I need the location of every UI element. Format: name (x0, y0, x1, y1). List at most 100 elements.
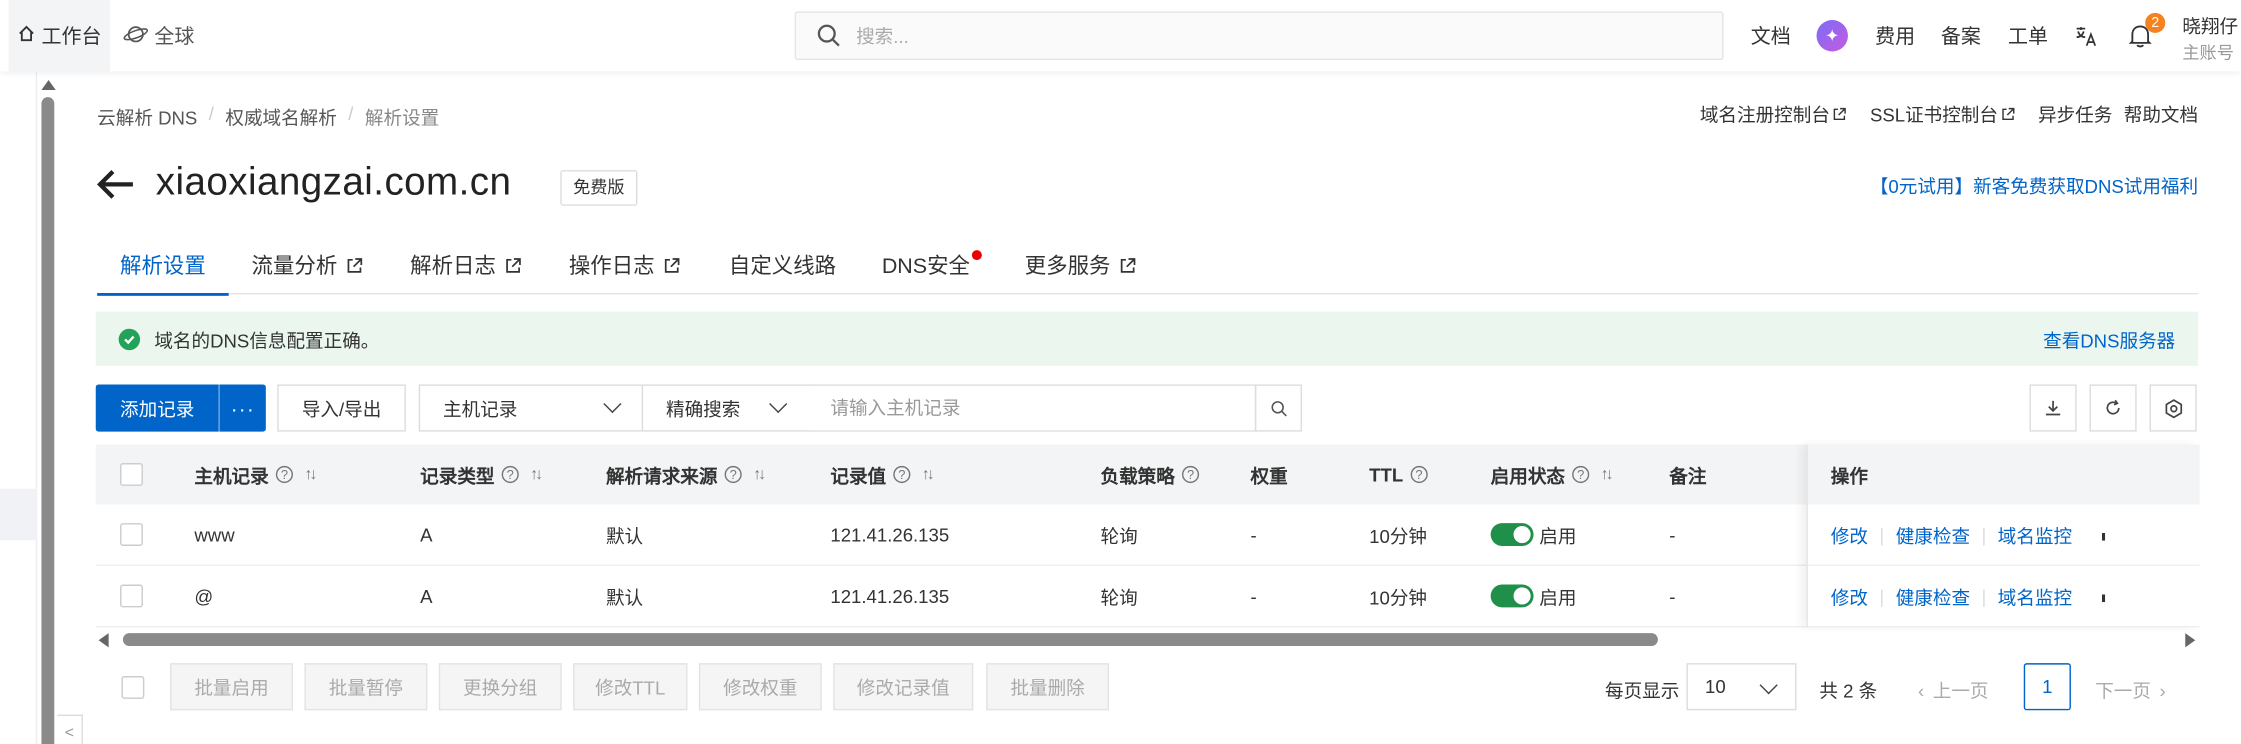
more-vertical-icon[interactable]: ··· (2092, 592, 2115, 599)
import-export-button[interactable]: 导入/导出 (277, 384, 406, 432)
select-all-checkbox[interactable] (120, 444, 143, 504)
docs-link[interactable]: 文档 (1751, 0, 1791, 71)
page-1-button[interactable]: 1 (2023, 663, 2071, 711)
user-name[interactable]: 晓翔仔 (2182, 11, 2238, 38)
workbench-link[interactable]: 工作台 (8, 0, 111, 72)
new-indicator-dot (971, 250, 982, 261)
scroll-left-icon[interactable] (98, 633, 109, 648)
search-icon (1270, 400, 1287, 416)
async-tasks-link[interactable]: 异步任务 (2038, 100, 2112, 127)
health-check-link[interactable]: 健康检查 (1896, 521, 1970, 548)
domain-console-link[interactable]: 域名注册控制台 (1700, 100, 1847, 127)
fees-link[interactable]: 费用 (1875, 0, 1915, 71)
tab-custom-line[interactable]: 自定义线路 (729, 236, 836, 295)
header-links: 域名注册控制台 SSL证书控制台 异步任务 帮助文档 (1700, 100, 2198, 127)
tab-operation-log[interactable]: 操作日志 (569, 236, 680, 295)
status-toggle[interactable] (1490, 523, 1534, 546)
global-search[interactable] (794, 11, 1724, 61)
modify-value-button[interactable]: 修改记录值 (833, 663, 974, 711)
modify-weight-button[interactable]: 修改权重 (698, 663, 822, 711)
tab-dns-security[interactable]: DNS安全 (882, 236, 982, 295)
header-type[interactable]: 记录类型? ↑↓ (420, 444, 543, 504)
download-button[interactable] (2029, 384, 2077, 432)
horizontal-scrollbar[interactable] (96, 630, 2198, 650)
help-icon[interactable]: ? (724, 465, 742, 484)
chevron-down-icon (603, 394, 622, 414)
header-source[interactable]: 解析请求来源? ↑↓ (606, 444, 766, 504)
sort-icon[interactable]: ↑↓ (753, 466, 766, 483)
breadcrumb-dns[interactable]: 云解析 DNS (97, 103, 197, 130)
sort-icon[interactable]: ↑↓ (304, 466, 317, 483)
health-check-link[interactable]: 健康检查 (1896, 582, 1970, 609)
header-host[interactable]: 主机记录? ↑↓ (194, 444, 317, 504)
help-icon[interactable]: ? (275, 465, 294, 484)
ssl-console-link[interactable]: SSL证书控制台 (1870, 100, 2015, 127)
status-toggle[interactable] (1490, 584, 1534, 608)
external-link-icon (1834, 107, 1847, 121)
language-button[interactable] (2074, 0, 2098, 71)
tab-label: 自定义线路 (728, 254, 837, 279)
header-status[interactable]: 启用状态? ↑↓ (1491, 444, 1614, 504)
edit-link[interactable]: 修改 (1831, 582, 1868, 609)
global-search-input[interactable] (856, 25, 1686, 47)
tab-traffic-analysis[interactable]: 流量分析 (252, 236, 363, 295)
more-actions-button[interactable]: ··· (218, 384, 266, 432)
edit-link[interactable]: 修改 (1831, 521, 1868, 548)
next-page-button[interactable]: 下一页 › (2095, 676, 2166, 703)
help-icon[interactable]: ? (1572, 465, 1590, 484)
sidebar-toggle-icon[interactable]: < (57, 714, 83, 744)
record-search-button[interactable] (1254, 384, 1303, 432)
help-icon[interactable]: ? (893, 465, 911, 484)
help-icon[interactable]: ? (1181, 465, 1200, 484)
footer-select-all-checkbox[interactable] (121, 676, 145, 699)
back-arrow-icon[interactable] (94, 163, 137, 206)
scroll-right-icon[interactable] (2185, 633, 2196, 648)
batch-delete-button[interactable]: 批量删除 (986, 663, 1110, 711)
settings-button[interactable] (2149, 384, 2197, 432)
promo-link[interactable]: 【0元试用】新客免费获取DNS试用福利 (1870, 172, 2198, 199)
dns-status-alert: 域名的DNS信息配置正确。 查看DNS服务器 (95, 311, 2199, 366)
notification-button[interactable] (2128, 0, 2152, 71)
refresh-button[interactable] (2089, 384, 2137, 432)
help-icon[interactable]: ? (1410, 465, 1428, 484)
sort-icon[interactable]: ↑↓ (530, 466, 543, 483)
sort-icon[interactable]: ↑↓ (1601, 466, 1614, 483)
app-root: 工作台 全球 文档 ✦ 费用 备案 工单 2 晓翔仔 主账号 (0, 0, 2241, 744)
filing-link[interactable]: 备案 (1941, 0, 1981, 71)
modify-ttl-button[interactable]: 修改TTL (573, 663, 688, 711)
match-mode-select[interactable]: 精确搜索 (641, 384, 809, 432)
record-search-field[interactable] (807, 384, 1257, 432)
ai-assistant-button[interactable]: ✦ (1816, 0, 1848, 71)
help-icon[interactable]: ? (501, 465, 519, 484)
batch-pause-button[interactable]: 批量暂停 (304, 663, 428, 711)
row-checkbox[interactable] (120, 566, 143, 626)
scroll-up-icon[interactable] (41, 80, 56, 91)
scroll-thumb[interactable] (122, 633, 1658, 646)
row-checkbox[interactable] (120, 505, 143, 565)
search-field-select[interactable]: 主机记录 (418, 384, 644, 432)
header-value[interactable]: 记录值? ↑↓ (830, 444, 935, 504)
breadcrumb-authoritative[interactable]: 权威域名解析 (225, 103, 336, 130)
view-dns-servers-link[interactable]: 查看DNS服务器 (2043, 325, 2175, 352)
per-page-select[interactable]: 10 (1686, 663, 1797, 711)
tab-resolution-log[interactable]: 解析日志 (410, 236, 521, 295)
scroll-thumb[interactable] (41, 97, 55, 744)
prev-page-button[interactable]: ‹ 上一页 (1918, 676, 1989, 703)
domain-monitor-link[interactable]: 域名监控 (1998, 582, 2072, 609)
sort-icon[interactable]: ↑↓ (922, 466, 935, 483)
sidebar-active-item[interactable] (0, 488, 38, 541)
ticket-link[interactable]: 工单 (2008, 0, 2048, 71)
change-group-button[interactable]: 更换分组 (438, 663, 562, 711)
region-selector[interactable]: 全球 (123, 0, 194, 71)
help-docs-link[interactable]: 帮助文档 (2124, 100, 2198, 127)
more-vertical-icon[interactable]: ··· (2092, 531, 2115, 538)
record-search-input[interactable] (807, 385, 1255, 431)
external-link-icon (506, 257, 521, 272)
add-record-button[interactable]: 添加记录 (95, 384, 219, 432)
vertical-scrollbar[interactable] (40, 74, 57, 744)
domain-monitor-link[interactable]: 域名监控 (1998, 521, 2072, 548)
tab-more-services[interactable]: 更多服务 (1025, 236, 1136, 295)
batch-enable-button[interactable]: 批量启用 (170, 663, 293, 711)
chevron-left-icon: ‹ (1917, 680, 1925, 702)
tab-dns-settings[interactable]: 解析设置 (97, 236, 229, 296)
